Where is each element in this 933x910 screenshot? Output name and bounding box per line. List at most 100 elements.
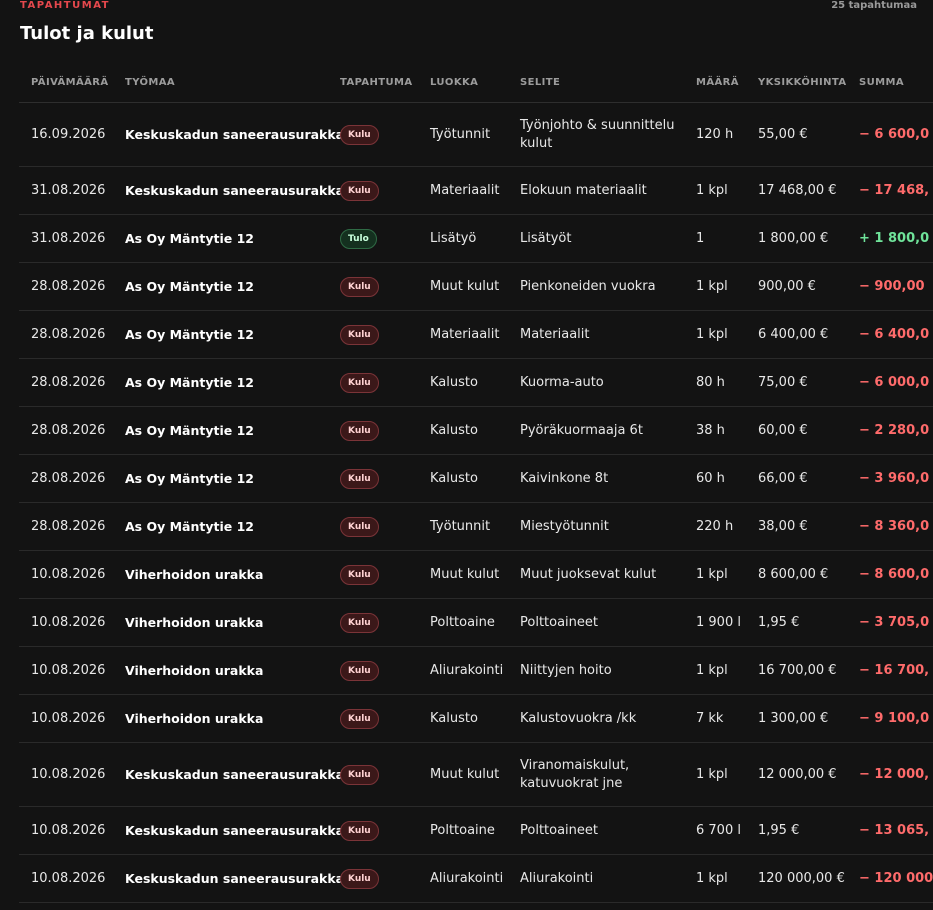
cell-quantity: 38 h xyxy=(684,406,746,455)
cell-unit-price: 55,00 € xyxy=(746,102,847,167)
cell-quantity: 1 kpl xyxy=(684,854,746,903)
type-badge: Kulu xyxy=(340,764,379,785)
table-row[interactable]: 28.08.2026 As Oy Mäntytie 12 Kulu Kalusto Ka… xyxy=(19,454,933,503)
table-row[interactable]: 10.08.2026 Viherhoidon urakka Kulu Polttoai… xyxy=(19,598,933,647)
table-row[interactable]: 31.08.2026 As Oy Mäntytie 12 Tulo Lisätyö Li… xyxy=(19,214,933,263)
cell-category: Materiaalit xyxy=(418,166,508,215)
cell-date: 31.08.2026 xyxy=(19,214,113,263)
cell-description: Kuorma-auto xyxy=(508,358,684,407)
cell-date: 10.08.2026 xyxy=(19,694,113,743)
cell-type: Kulu xyxy=(328,310,418,359)
cell-total: − 3 705,0 xyxy=(847,598,933,647)
cell-total: + 1 800,0 xyxy=(847,214,933,263)
cell-date: 10.08.2026 xyxy=(19,742,113,807)
type-badge: Kulu xyxy=(340,612,379,633)
cell-total: − 13 065, xyxy=(847,806,933,855)
cell-quantity: 60 h xyxy=(684,454,746,503)
cell-type: Kulu xyxy=(328,454,418,503)
cell-type: Kulu xyxy=(328,806,418,855)
cell-site: Keskuskadun saneerausurakka xyxy=(113,806,344,855)
cell-description: Viranomaiskulut, katuvuokrat jne xyxy=(508,742,684,807)
cell-site: Keskuskadun saneerausurakka xyxy=(113,102,344,167)
cell-unit-price: 75,00 € xyxy=(746,358,847,407)
section-eyebrow: TAPAHTUMAT xyxy=(20,0,110,11)
cell-type: Kulu xyxy=(328,646,418,695)
cell-category: Aliurakointi xyxy=(418,854,508,903)
column-header-date[interactable]: PÄIVÄMÄÄRÄ xyxy=(19,63,113,103)
cell-category: Aliurakointi xyxy=(418,646,508,695)
column-header-description[interactable]: SELITE xyxy=(508,63,684,103)
table-row[interactable]: 28.08.2026 As Oy Mäntytie 12 Kulu Muut kulu… xyxy=(19,262,933,311)
transactions-table-container[interactable]: PÄIVÄMÄÄRÄ TYÖMAA TAPAHTUMA LUOKKA SELIT… xyxy=(19,63,933,910)
cell-description: Pyöräkuormaaja 6t xyxy=(508,406,684,455)
cell-type: Kulu xyxy=(328,406,418,455)
cell-date: 10.08.2026 xyxy=(19,646,113,695)
table-row[interactable]: 28.08.2026 As Oy Mäntytie 12 Kulu Kalusto Ku… xyxy=(19,358,933,407)
column-header-total[interactable]: SUMMA xyxy=(847,63,933,103)
table-row[interactable]: 10.08.2026 Keskuskadun saneerausurakka Kul… xyxy=(19,806,933,855)
cell-quantity: 1 900 l xyxy=(684,598,746,647)
cell-quantity: 1 kpl xyxy=(684,550,746,599)
cell-description: Kaivinkone 8t xyxy=(508,454,684,503)
column-header-unit-price[interactable]: YKSIKKÖHINTA xyxy=(746,63,847,103)
type-badge: Kulu xyxy=(340,372,379,393)
cell-date: 28.08.2026 xyxy=(19,454,113,503)
column-header-type[interactable]: TAPAHTUMA xyxy=(328,63,418,103)
cell-site: Viherhoidon urakka xyxy=(113,694,328,743)
cell-date: 31.08.2026 xyxy=(19,166,113,215)
cell-quantity: 1 kpl xyxy=(684,166,746,215)
cell-category: Kalusto xyxy=(418,694,508,743)
cell-unit-price: 38,00 € xyxy=(746,502,847,551)
column-header-quantity[interactable]: MÄÄRÄ xyxy=(684,63,746,103)
cell-category: Polttoaine xyxy=(418,806,508,855)
cell-site: As Oy Mäntytie 12 xyxy=(113,502,328,551)
table-row[interactable]: 31.08.2026 Keskuskadun saneerausurakka Kul… xyxy=(19,166,933,215)
table-row[interactable]: 10.08.2026 Viherhoidon urakka Kulu Aliurako… xyxy=(19,646,933,695)
type-badge: Kulu xyxy=(340,564,379,585)
table-row[interactable]: 28.08.2026 As Oy Mäntytie 12 Kulu Työtunnit… xyxy=(19,502,933,551)
column-header-site[interactable]: TYÖMAA xyxy=(113,63,328,103)
cell-site: Keskuskadun saneerausurakka xyxy=(113,854,344,903)
type-badge: Kulu xyxy=(340,868,379,889)
table-row[interactable]: 10.08.2026 Keskuskadun saneerausurakka Kul… xyxy=(19,742,933,807)
table-row[interactable]: 28.08.2026 As Oy Mäntytie 12 Kulu Materiaal… xyxy=(19,310,933,359)
table-header: PÄIVÄMÄÄRÄ TYÖMAA TAPAHTUMA LUOKKA SELIT… xyxy=(19,63,933,103)
cell-unit-price: 900,00 € xyxy=(746,262,847,311)
cell-total: − 6 600,0 xyxy=(847,102,933,167)
cell-description: Elokuun materiaalit xyxy=(508,166,684,215)
cell-site: As Oy Mäntytie 12 xyxy=(113,358,328,407)
cell-site: As Oy Mäntytie 12 xyxy=(113,262,328,311)
column-header-category[interactable]: LUOKKA xyxy=(418,63,508,103)
cell-description: Aliurakointi xyxy=(508,854,684,903)
cell-date: 10.08.2026 xyxy=(19,806,113,855)
table-row[interactable]: 28.08.2026 As Oy Mäntytie 12 Kulu Kalusto Py… xyxy=(19,406,933,455)
cell-description: Materiaalit xyxy=(508,310,684,359)
cell-category: Polttoaine xyxy=(418,598,508,647)
table-row[interactable]: 10.08.2026 Viherhoidon urakka Kulu Kalusto K… xyxy=(19,694,933,743)
page-title: Tulot ja kulut xyxy=(20,23,154,44)
type-badge: Kulu xyxy=(340,324,379,345)
cell-category: Muut kulut xyxy=(418,550,508,599)
table-row[interactable]: 16.09.2026 Keskuskadun saneerausurakka Kul… xyxy=(19,102,933,167)
cell-site: As Oy Mäntytie 12 xyxy=(113,406,328,455)
cell-unit-price: 60,00 € xyxy=(746,406,847,455)
cell-type: Kulu xyxy=(328,502,418,551)
cell-site: Viherhoidon urakka xyxy=(113,598,328,647)
cell-quantity: 80 h xyxy=(684,358,746,407)
cell-date: 28.08.2026 xyxy=(19,406,113,455)
cell-date: 10.08.2026 xyxy=(19,550,113,599)
transaction-count: 25 tapahtumaa xyxy=(831,0,917,11)
table-row[interactable]: 10.08.2026 Viherhoidon urakka Kulu Muut kul… xyxy=(19,550,933,599)
cell-total: − 120 000 xyxy=(847,854,933,903)
cell-description: Lisätyöt xyxy=(508,214,684,263)
cell-unit-price: 1,95 € xyxy=(746,806,847,855)
cell-total: − 9 100,0 xyxy=(847,694,933,743)
cell-site: Keskuskadun saneerausurakka xyxy=(113,166,344,215)
cell-type: Kulu xyxy=(328,742,418,807)
cell-quantity: 1 kpl xyxy=(684,262,746,311)
cell-quantity: 1 kpl xyxy=(684,310,746,359)
table-row[interactable]: 10.08.2026 Keskuskadun saneerausurakka Kul… xyxy=(19,854,933,903)
cell-type: Kulu xyxy=(328,854,418,903)
type-badge: Kulu xyxy=(340,124,379,145)
cell-unit-price: 12 000,00 € xyxy=(746,742,847,807)
